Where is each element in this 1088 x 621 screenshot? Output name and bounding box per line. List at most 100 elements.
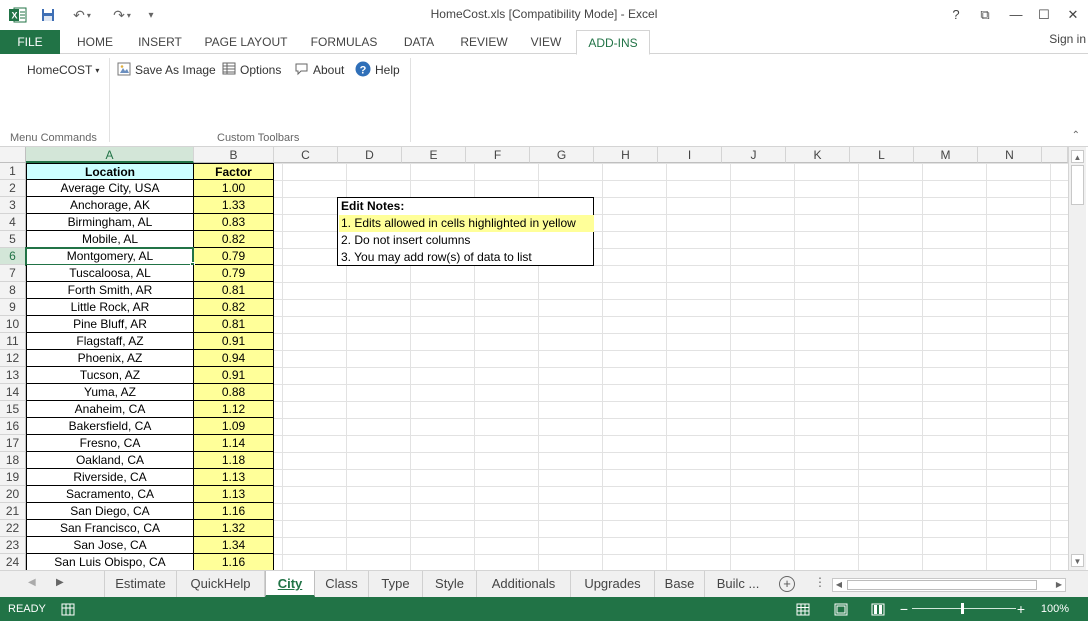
location-cell[interactable]: Little Rock, AR <box>26 299 194 316</box>
factor-cell[interactable]: 1.33 <box>193 197 274 214</box>
scroll-right-icon[interactable]: ▶ <box>1053 579 1065 591</box>
row-header-9[interactable]: 9 <box>0 299 26 316</box>
row-header-6[interactable]: 6 <box>0 248 26 265</box>
page-layout-view-icon[interactable] <box>832 601 850 617</box>
vertical-scroll-thumb[interactable] <box>1071 165 1084 205</box>
close-button[interactable]: ✕ <box>1061 5 1085 25</box>
row-header-21[interactable]: 21 <box>0 503 26 520</box>
row-header-24[interactable]: 24 <box>0 554 26 570</box>
location-cell[interactable]: San Luis Obispo, CA <box>26 554 194 570</box>
location-cell[interactable]: Anaheim, CA <box>26 401 194 418</box>
row-header-5[interactable]: 5 <box>0 231 26 248</box>
row-header-11[interactable]: 11 <box>0 333 26 350</box>
sheet-tab-additionals[interactable]: Additionals <box>477 571 571 597</box>
factor-cell[interactable]: 0.94 <box>193 350 274 367</box>
row-header-3[interactable]: 3 <box>0 197 26 214</box>
sheet-tab-city[interactable]: City <box>265 571 315 597</box>
factor-cell[interactable]: 1.32 <box>193 520 274 537</box>
column-header-b[interactable]: B <box>194 147 274 163</box>
tab-page-layout[interactable]: PAGE LAYOUT <box>196 30 296 54</box>
location-cell[interactable]: Flagstaff, AZ <box>26 333 194 350</box>
location-cell[interactable]: San Francisco, CA <box>26 520 194 537</box>
column-header-i[interactable]: I <box>658 147 722 163</box>
sheet-tab-builc[interactable]: Builc ... <box>705 571 771 597</box>
row-header-16[interactable]: 16 <box>0 418 26 435</box>
column-header-m[interactable]: M <box>914 147 978 163</box>
location-cell[interactable]: Fresno, CA <box>26 435 194 452</box>
collapse-ribbon-icon[interactable]: ⌃ <box>1072 130 1080 141</box>
sheet-tab-class[interactable]: Class <box>315 571 369 597</box>
location-cell[interactable]: Tuscaloosa, AL <box>26 265 194 282</box>
factor-cell[interactable]: 0.83 <box>193 214 274 231</box>
factor-cell[interactable]: 0.91 <box>193 367 274 384</box>
location-cell[interactable]: Yuma, AZ <box>26 384 194 401</box>
factor-cell[interactable]: 0.88 <box>193 384 274 401</box>
sheet-tab-base[interactable]: Base <box>655 571 705 597</box>
options-button[interactable]: Options <box>222 61 281 79</box>
tab-split-handle-icon[interactable]: ⋮ <box>814 575 826 589</box>
row-header-1[interactable]: 1 <box>0 163 26 180</box>
factor-cell[interactable]: 1.13 <box>193 469 274 486</box>
factor-cell[interactable]: 1.09 <box>193 418 274 435</box>
macro-record-icon[interactable] <box>60 601 76 617</box>
scroll-left-icon[interactable]: ◀ <box>833 579 845 591</box>
page-break-preview-icon[interactable] <box>869 601 887 617</box>
row-header-22[interactable]: 22 <box>0 520 26 537</box>
scroll-down-icon[interactable]: ▼ <box>1071 554 1084 567</box>
factor-cell[interactable]: 0.82 <box>193 299 274 316</box>
column-header-j[interactable]: J <box>722 147 786 163</box>
column-header-a[interactable]: A <box>26 147 194 163</box>
about-button[interactable]: About <box>294 61 344 79</box>
location-cell[interactable]: Forth Smith, AR <box>26 282 194 299</box>
header-cell-factor[interactable]: Factor <box>193 163 274 180</box>
header-cell-location[interactable]: Location <box>26 163 194 180</box>
factor-cell[interactable]: 1.14 <box>193 435 274 452</box>
tab-review[interactable]: REVIEW <box>452 30 516 54</box>
location-cell[interactable]: Oakland, CA <box>26 452 194 469</box>
location-cell[interactable]: San Diego, CA <box>26 503 194 520</box>
column-header-f[interactable]: F <box>466 147 530 163</box>
factor-cell[interactable]: 1.13 <box>193 486 274 503</box>
location-cell[interactable]: Sacramento, CA <box>26 486 194 503</box>
column-header-d[interactable]: D <box>338 147 402 163</box>
location-cell[interactable]: Mobile, AL <box>26 231 194 248</box>
row-header-10[interactable]: 10 <box>0 316 26 333</box>
row-header-7[interactable]: 7 <box>0 265 26 282</box>
vertical-scrollbar[interactable]: ▲ ▼ <box>1068 147 1086 570</box>
row-header-4[interactable]: 4 <box>0 214 26 231</box>
factor-cell[interactable]: 0.82 <box>193 231 274 248</box>
location-cell[interactable]: Tucson, AZ <box>26 367 194 384</box>
horizontal-scroll-thumb[interactable] <box>847 580 1037 590</box>
factor-cell[interactable]: 1.18 <box>193 452 274 469</box>
homecost-menu-button[interactable]: HomeCOST ▾ <box>27 61 99 79</box>
location-cell[interactable]: Riverside, CA <box>26 469 194 486</box>
location-cell[interactable]: Montgomery, AL <box>26 248 194 265</box>
column-header-e[interactable]: E <box>402 147 466 163</box>
tab-insert[interactable]: INSERT <box>128 30 192 54</box>
row-header-23[interactable]: 23 <box>0 537 26 554</box>
row-header-14[interactable]: 14 <box>0 384 26 401</box>
help-button[interactable]: ? Help <box>355 61 400 79</box>
prev-sheet-icon[interactable]: ◀ <box>28 577 36 588</box>
row-header-8[interactable]: 8 <box>0 282 26 299</box>
location-cell[interactable]: Birmingham, AL <box>26 214 194 231</box>
factor-cell[interactable]: 1.34 <box>193 537 274 554</box>
save-as-image-button[interactable]: Save As Image <box>117 61 216 79</box>
sheet-tab-estimate[interactable]: Estimate <box>104 571 177 597</box>
row-header-19[interactable]: 19 <box>0 469 26 486</box>
factor-cell[interactable]: 0.79 <box>193 248 274 265</box>
location-cell[interactable]: Anchorage, AK <box>26 197 194 214</box>
scroll-up-icon[interactable]: ▲ <box>1071 150 1084 163</box>
select-all-corner[interactable] <box>0 147 26 163</box>
factor-cell[interactable]: 0.91 <box>193 333 274 350</box>
row-header-12[interactable]: 12 <box>0 350 26 367</box>
tab-file[interactable]: FILE <box>0 30 60 54</box>
factor-cell[interactable]: 1.16 <box>193 554 274 570</box>
tab-add-ins[interactable]: ADD-INS <box>576 30 650 55</box>
tab-data[interactable]: DATA <box>392 30 446 54</box>
tab-home[interactable]: HOME <box>66 30 124 54</box>
maximize-button[interactable]: ☐ <box>1032 5 1056 25</box>
factor-cell[interactable]: 1.12 <box>193 401 274 418</box>
column-header-g[interactable]: G <box>530 147 594 163</box>
sheet-tab-type[interactable]: Type <box>369 571 423 597</box>
